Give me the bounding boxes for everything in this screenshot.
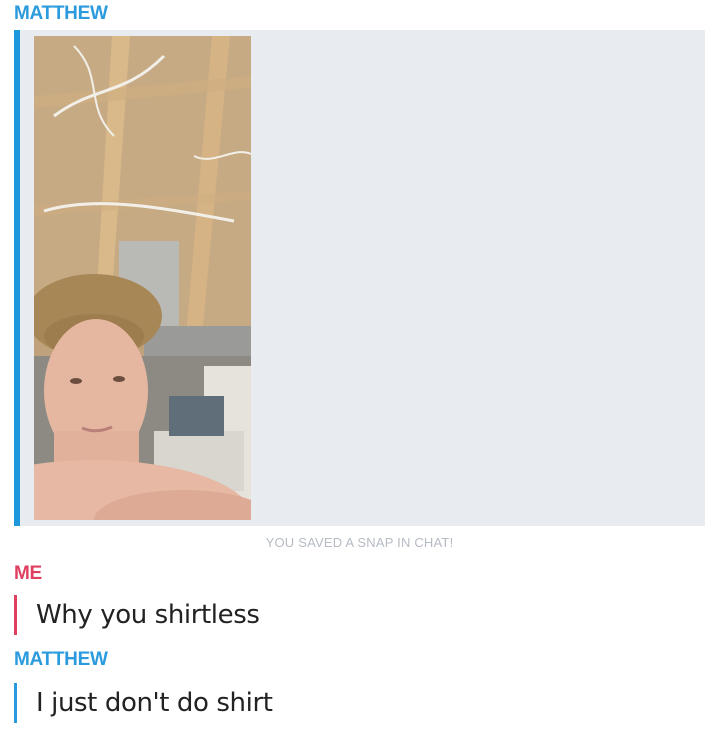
message-color-bar <box>14 595 17 635</box>
message-text: Why you shirtless <box>36 600 260 630</box>
message-color-bar <box>14 683 17 723</box>
sender-name-matthew: MATTHEW <box>14 649 108 670</box>
chat-message[interactable]: I just don't do shirt <box>14 683 273 723</box>
snap-photo-image <box>34 36 251 520</box>
snap-photo[interactable] <box>34 36 251 520</box>
snap-saved-notice: YOU SAVED A SNAP IN CHAT! <box>265 535 454 550</box>
saved-snap[interactable] <box>14 30 705 526</box>
sender-name-me: ME <box>14 563 42 584</box>
chat-message[interactable]: Why you shirtless <box>14 595 260 635</box>
message-text: I just don't do shirt <box>36 688 273 718</box>
sender-name-matthew: MATTHEW <box>14 3 108 24</box>
